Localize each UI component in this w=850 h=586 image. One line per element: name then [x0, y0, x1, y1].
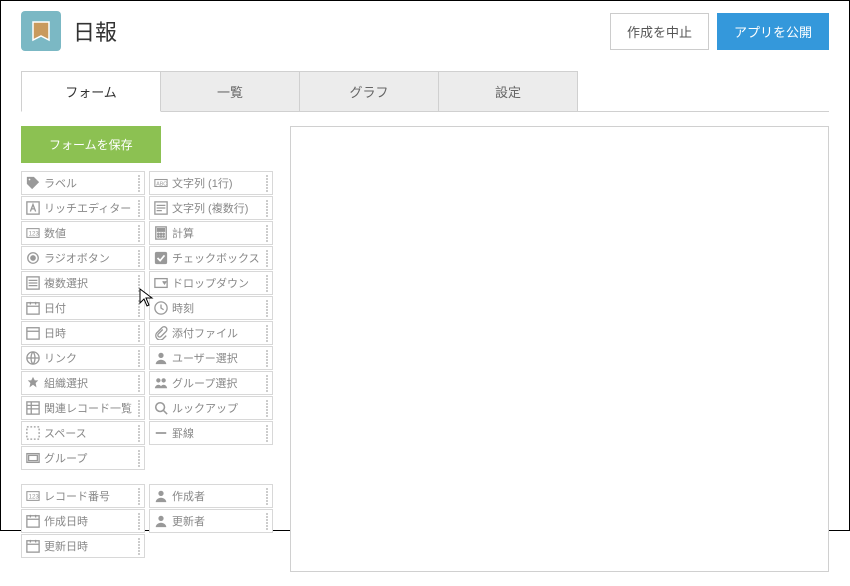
field-groupsel[interactable]: グループ選択	[149, 371, 273, 395]
field-label: 文字列 (複数行)	[172, 200, 262, 216]
field-lookup[interactable]: ルックアップ	[149, 396, 273, 420]
field-label: 時刻	[172, 300, 262, 316]
field-textm[interactable]: 文字列 (複数行)	[149, 196, 273, 220]
text1-icon: ABC	[150, 176, 172, 190]
field-text1[interactable]: ABC 文字列 (1行)	[149, 171, 273, 195]
textm-icon	[150, 201, 172, 215]
field-datetime[interactable]: 日時	[21, 321, 145, 345]
drop-icon	[150, 276, 172, 290]
ctime-icon	[22, 514, 44, 528]
date-icon	[22, 301, 44, 315]
field-label: 計算	[172, 225, 262, 241]
datetime-icon	[22, 326, 44, 340]
field-label: 日付	[44, 300, 134, 316]
related-icon	[22, 401, 44, 415]
recno-icon: 123	[22, 489, 44, 503]
field-related[interactable]: 関連レコード一覧	[21, 396, 145, 420]
mtime-icon	[22, 539, 44, 553]
form-canvas[interactable]	[290, 126, 829, 572]
tab-settings[interactable]: 設定	[438, 71, 578, 111]
svg-text:123: 123	[29, 231, 40, 238]
field-label: ラベル	[44, 175, 134, 191]
publish-button[interactable]: アプリを公開	[717, 13, 829, 50]
field-line[interactable]: 罫線	[149, 421, 273, 445]
field-label: 関連レコード一覧	[44, 400, 134, 416]
field-label: 添付ファイル	[172, 325, 262, 341]
check-icon	[150, 251, 172, 265]
field-label: 罫線	[172, 425, 262, 441]
number-icon: 123	[22, 226, 44, 240]
field-label: 作成日時	[44, 513, 134, 529]
field-check[interactable]: チェックボックス	[149, 246, 273, 270]
field-label: 更新者	[172, 513, 262, 529]
field-label: スペース	[44, 425, 134, 441]
field-attach[interactable]: 添付ファイル	[149, 321, 273, 345]
groupsel-icon	[150, 376, 172, 390]
field-label[interactable]: ラベル	[21, 171, 145, 195]
group-icon	[22, 451, 44, 465]
field-label: 日時	[44, 325, 134, 341]
field-group[interactable]: グループ	[21, 446, 145, 470]
field-radio[interactable]: ラジオボタン	[21, 246, 145, 270]
field-label: グループ	[44, 450, 134, 466]
field-label: 複数選択	[44, 275, 134, 291]
field-multi[interactable]: 複数選択	[21, 271, 145, 295]
link-icon	[22, 351, 44, 365]
field-label: リンク	[44, 350, 134, 366]
field-org[interactable]: 組織選択	[21, 371, 145, 395]
label-icon	[22, 176, 44, 190]
save-form-button[interactable]: フォームを保存	[21, 126, 161, 163]
svg-text:ABC: ABC	[156, 182, 167, 188]
field-label: 更新日時	[44, 538, 134, 554]
cuser-icon	[150, 489, 172, 503]
radio-icon	[22, 251, 44, 265]
field-label: リッチエディター	[44, 200, 134, 216]
tab-graph[interactable]: グラフ	[299, 71, 439, 111]
field-muser[interactable]: 更新者	[149, 509, 273, 533]
field-ctime[interactable]: 作成日時	[21, 509, 145, 533]
org-icon	[22, 376, 44, 390]
field-label: 作成者	[172, 488, 262, 504]
field-cuser[interactable]: 作成者	[149, 484, 273, 508]
field-space[interactable]: スペース	[21, 421, 145, 445]
page-title: 日報	[73, 15, 610, 47]
rich-icon	[22, 201, 44, 215]
field-recno[interactable]: 123 レコード番号	[21, 484, 145, 508]
tab-form[interactable]: フォーム	[21, 71, 161, 112]
calc-icon	[150, 226, 172, 240]
time-icon	[150, 301, 172, 315]
multi-icon	[22, 276, 44, 290]
field-label: 文字列 (1行)	[172, 175, 262, 191]
svg-text:123: 123	[29, 494, 40, 501]
field-label: ルックアップ	[172, 400, 262, 416]
field-label: チェックボックス	[172, 250, 262, 266]
field-label: 数値	[44, 225, 134, 241]
attach-icon	[150, 326, 172, 340]
lookup-icon	[150, 401, 172, 415]
line-icon	[150, 426, 172, 440]
field-label: レコード番号	[44, 488, 134, 504]
field-time[interactable]: 時刻	[149, 296, 273, 320]
muser-icon	[150, 514, 172, 528]
user-icon	[150, 351, 172, 365]
tab-list[interactable]: 一覧	[160, 71, 300, 111]
field-label: ユーザー選択	[172, 350, 262, 366]
field-mtime[interactable]: 更新日時	[21, 534, 145, 558]
app-icon	[21, 11, 61, 51]
field-rich[interactable]: リッチエディター	[21, 196, 145, 220]
field-number[interactable]: 123 数値	[21, 221, 145, 245]
field-label: ドロップダウン	[172, 275, 262, 291]
field-label: グループ選択	[172, 375, 262, 391]
field-link[interactable]: リンク	[21, 346, 145, 370]
field-label: ラジオボタン	[44, 250, 134, 266]
field-date[interactable]: 日付	[21, 296, 145, 320]
field-user[interactable]: ユーザー選択	[149, 346, 273, 370]
space-icon	[22, 426, 44, 440]
field-drop[interactable]: ドロップダウン	[149, 271, 273, 295]
field-calc[interactable]: 計算	[149, 221, 273, 245]
cancel-button[interactable]: 作成を中止	[610, 13, 709, 50]
field-label: 組織選択	[44, 375, 134, 391]
